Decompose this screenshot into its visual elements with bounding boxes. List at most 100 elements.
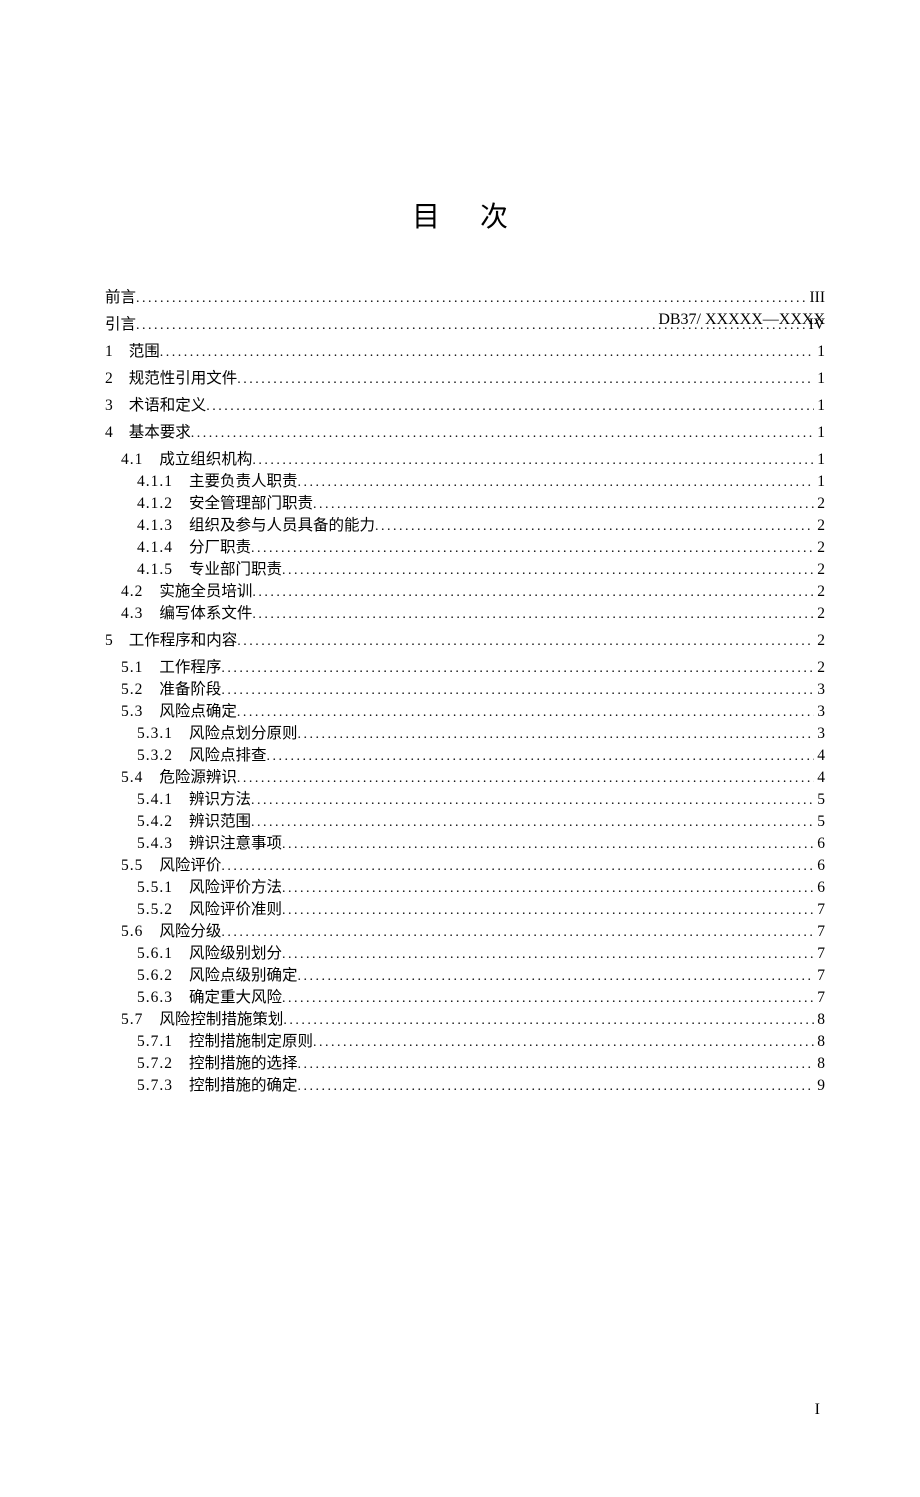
toc-leader-dots	[237, 633, 814, 649]
toc-num: 5	[105, 633, 113, 649]
toc-entry: 4.1.5 专业部门职责 2	[105, 562, 825, 578]
toc-title: 风险级别划分	[189, 946, 282, 962]
toc-title: 辨识范围	[189, 814, 251, 830]
toc-title: 工作程序	[159, 660, 221, 676]
toc-title: 组织及参与人员具备的能力	[189, 518, 375, 534]
toc-leader-dots	[206, 398, 814, 414]
toc-page: 1	[814, 474, 825, 490]
toc-leader-dots	[282, 836, 814, 852]
toc-leader-dots	[298, 1078, 815, 1094]
toc-title: 工作程序和内容	[129, 633, 238, 649]
toc-page: 1	[814, 344, 825, 360]
toc-title: 前言	[105, 290, 136, 306]
toc-entry: 5.6 风险分级 7	[105, 924, 825, 940]
toc-page: 3	[814, 726, 825, 742]
toc-num: 3	[105, 398, 113, 414]
toc-num: 4.1.5	[137, 562, 173, 578]
toc-title: 专业部门职责	[189, 562, 282, 578]
toc-page: 3	[814, 682, 825, 698]
toc-leader-dots	[191, 425, 814, 441]
toc-title: 危险源辨识	[159, 770, 237, 786]
toc-entry: 5.1 工作程序 2	[105, 660, 825, 676]
toc-page: 2	[814, 518, 825, 534]
toc-num: 4	[105, 425, 113, 441]
toc-page: 8	[814, 1056, 825, 1072]
toc-page: 5	[814, 814, 825, 830]
toc-num: 5.3.2	[137, 748, 173, 764]
toc-page: 9	[814, 1078, 825, 1094]
toc-page: 2	[814, 633, 825, 649]
toc-title: 风险点排查	[189, 748, 267, 764]
toc-leader-dots	[298, 1056, 815, 1072]
toc-leader-dots	[237, 770, 814, 786]
toc-page: 7	[814, 924, 825, 940]
toc-page: 1	[814, 425, 825, 441]
toc-title: 风险评价方法	[189, 880, 282, 896]
toc-entry: 5.2 准备阶段 3	[105, 682, 825, 698]
toc-num: 2	[105, 371, 113, 387]
toc-leader-dots	[298, 726, 815, 742]
toc-title: 准备阶段	[159, 682, 221, 698]
toc-entry: 4.1.3 组织及参与人员具备的能力 2	[105, 518, 825, 534]
toc-num: 5.7.3	[137, 1078, 173, 1094]
toc-num: 1	[105, 344, 113, 360]
toc-page: 1	[814, 452, 825, 468]
toc-leader-dots	[283, 1012, 814, 1028]
toc-page: 1	[814, 398, 825, 414]
toc-title: 辨识方法	[189, 792, 251, 808]
toc-leader-dots	[160, 344, 814, 360]
table-of-contents: 前言 III 引言 IV 1 范围 1 2 规范性引用文件 1 3 术语和定义 …	[105, 290, 825, 1094]
toc-num: 4.1.4	[137, 540, 173, 556]
toc-entry: 5 工作程序和内容 2	[105, 633, 825, 649]
toc-num: 5.4.3	[137, 836, 173, 852]
toc-entry: 2 规范性引用文件 1	[105, 371, 825, 387]
toc-entry: 5.6.3 确定重大风险 7	[105, 990, 825, 1006]
toc-page: 2	[814, 540, 825, 556]
page-number: I	[815, 1401, 820, 1419]
toc-num: 5.3	[121, 704, 143, 720]
toc-num: 5.5.2	[137, 902, 173, 918]
toc-leader-dots	[282, 990, 814, 1006]
toc-page: 4	[814, 770, 825, 786]
toc-num: 5.7.1	[137, 1034, 173, 1050]
toc-title: 风险评价准则	[189, 902, 282, 918]
toc-entry: 4.1.2 安全管理部门职责 2	[105, 496, 825, 512]
toc-leader-dots	[313, 496, 814, 512]
toc-title: 风险点级别确定	[189, 968, 298, 984]
toc-entry: 5.3 风险点确定 3	[105, 704, 825, 720]
toc-num: 4.1.3	[137, 518, 173, 534]
toc-page: 8	[814, 1012, 825, 1028]
toc-leader-dots	[221, 682, 814, 698]
toc-num: 4.3	[121, 606, 143, 622]
toc-num: 5.2	[121, 682, 143, 698]
toc-title: 成立组织机构	[159, 452, 252, 468]
toc-title: 基本要求	[129, 425, 191, 441]
toc-title: 风险点确定	[159, 704, 237, 720]
toc-page: 2	[814, 496, 825, 512]
toc-page: 7	[814, 946, 825, 962]
toc-leader-dots	[282, 946, 814, 962]
toc-title: 范围	[129, 344, 160, 360]
toc-title: 主要负责人职责	[189, 474, 298, 490]
toc-title: 辨识注意事项	[189, 836, 282, 852]
toc-entry: 5.5.1 风险评价方法 6	[105, 880, 825, 896]
toc-entry: 5.3.1 风险点划分原则 3	[105, 726, 825, 742]
toc-page: 5	[814, 792, 825, 808]
doc-code: DB37/ XXXXX—XXXX	[658, 311, 825, 329]
toc-num: 5.4.1	[137, 792, 173, 808]
toc-entry: 1 范围 1	[105, 344, 825, 360]
toc-entry: 5.7.1 控制措施制定原则 8	[105, 1034, 825, 1050]
toc-title: 实施全员培训	[159, 584, 252, 600]
toc-num: 5.1	[121, 660, 143, 676]
toc-entry: 3 术语和定义 1	[105, 398, 825, 414]
toc-entry: 5.4.3 辨识注意事项 6	[105, 836, 825, 852]
toc-entry: 5.5.2 风险评价准则 7	[105, 902, 825, 918]
toc-page: 2	[814, 606, 825, 622]
toc-title: 风险评价	[159, 858, 221, 874]
page-title: 目次	[0, 195, 920, 235]
toc-num: 5.6	[121, 924, 143, 940]
toc-num: 4.2	[121, 584, 143, 600]
toc-entry: 4 基本要求 1	[105, 425, 825, 441]
toc-entry-preface: 前言 III	[105, 290, 825, 306]
toc-page: 2	[814, 562, 825, 578]
